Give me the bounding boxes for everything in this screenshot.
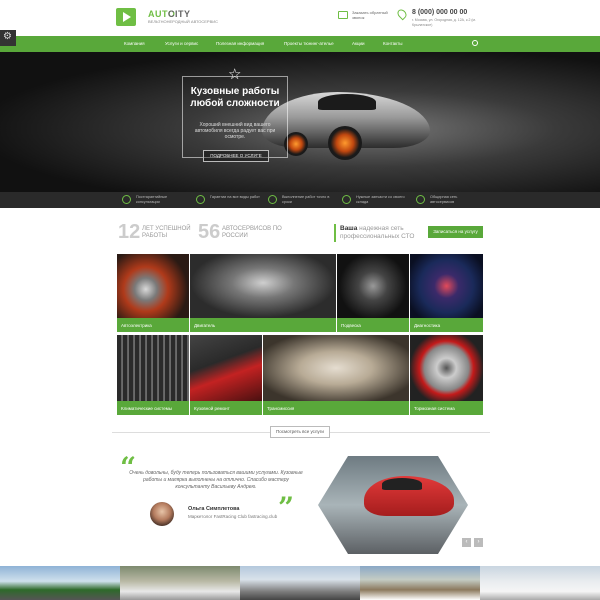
feature-item: Гарантии на все виды работ [210,195,260,199]
gallery-image[interactable] [0,566,120,600]
feature-item: Постгарантийные консультации [136,195,168,204]
service-image [190,254,336,318]
service-image [263,335,409,401]
service-label: Климатические системы [117,401,189,415]
network-text: Ваша надежная сеть профессиональных СТО [340,225,424,241]
gallery-image-fill [120,566,240,600]
stat-years-number: 12 [118,221,141,243]
gallery-image-fill [360,566,480,600]
service-tile-brakes[interactable]: Тормозная система [410,335,483,415]
search-icon[interactable] [472,40,478,46]
gallery-image[interactable] [240,566,360,600]
testimonial-author: Ольга Симплетова [188,506,240,512]
gallery-image[interactable] [120,566,240,600]
testimonial-car-image [318,456,468,554]
main-nav: Компания Услуги и сервис Полезная информ… [0,36,600,52]
stat-services-label: АВТОСЕРВИСОВ ПО РОССИИ [222,226,282,239]
site-header: AUTO CITY ВЕЛЬТНОНЕРОДНЫЙ АВТОСЕРВИС Зак… [0,0,600,36]
callback-link[interactable]: Заказать обратный звонок [352,10,392,20]
gallery-image-fill [0,566,120,600]
hero-description: Хороший внешний вид вашего автомобиля вс… [194,122,276,140]
location-pin-icon [395,7,409,21]
red-car-window [382,478,422,490]
feature-item: Выполнение работ точно в сроки [282,195,330,204]
service-label: Диагностика [410,318,483,332]
avatar [150,502,174,526]
nav-item-promotions[interactable]: Акции [352,41,365,46]
service-tile-climate[interactable]: Климатические системы [117,335,189,415]
stat-years-label: ЛЕТ УСПЕШНОЙ РАБОТЫ [142,226,191,239]
hero-more-button[interactable]: ПОДРОБНЕЕ О УСЛУГЕ [203,150,269,162]
nav-item-contacts[interactable]: Контакты [383,41,402,46]
hero-banner: ☆ Кузовные работы любой сложности Хороши… [0,52,600,192]
service-label: Кузовной ремонт [190,401,262,415]
network-icon [416,195,425,204]
service-image [337,254,409,318]
service-label: Тормозная система [410,401,483,415]
view-all-services-button[interactable]: Посмотреть все услуги [270,426,330,438]
gear-icon [342,195,351,204]
book-service-button[interactable]: Записаться на услугу [428,226,483,238]
network-accent-bar [334,224,336,242]
service-tile-diagnostics[interactable]: Диагностика [410,254,483,332]
service-label: Трансмиссия [263,401,409,415]
phone-number[interactable]: 8 (000) 000 00 00 [412,9,467,16]
star-icon: ☆ [228,66,242,83]
clock-icon [268,195,277,204]
service-image [190,335,262,401]
prev-arrow-button[interactable]: ‹ [462,538,471,547]
star-icon [196,195,205,204]
testimonial-author-position: Маркетолог FastRacing Club fastracing.cl… [188,514,278,519]
hero-title: Кузовные работы любой сложности [190,86,280,109]
nav-item-company[interactable]: Компания [124,41,145,46]
service-label: Двигатель [190,318,336,332]
address-text: г. Москва, ул. Огородная, д. 12А, к.2 (м… [412,18,476,27]
nav-item-tuning[interactable]: Проекты тюнинг-ателье [284,41,334,46]
nav-item-services[interactable]: Услуги и сервис [165,41,198,46]
gallery-image-fill [240,566,360,600]
logo-text-city[interactable]: CITY [168,9,191,19]
service-tile-suspension[interactable]: Подвеска [337,254,409,332]
next-arrow-button[interactable]: › [474,538,483,547]
stat-services-number: 56 [198,221,221,243]
service-label: Автоэлектрика [117,318,189,332]
settings-gear-icon[interactable] [0,30,16,46]
gallery-image-fill [480,566,600,600]
gallery-image[interactable] [480,566,600,600]
testimonial-text: Очень довольны, буду теперь пользоваться… [129,470,303,490]
callback-icon[interactable] [338,11,348,19]
nav-item-info[interactable]: Полезная информация [216,41,264,46]
service-label: Подвеска [337,318,409,332]
logo-icon[interactable] [116,8,136,26]
headset-icon [122,195,131,204]
service-tile-bodywork[interactable]: Кузовной ремонт [190,335,262,415]
hero-car-window [318,94,376,110]
service-tile-electrics[interactable]: Автоэлектрика [117,254,189,332]
service-image [117,335,189,401]
service-image [410,335,483,401]
feature-item: Общирная сеть автосервисов [430,195,458,204]
hero-car-wheel [328,126,362,160]
network-text-bold: Ваша [340,225,358,232]
feature-item: Нужные запчасти со своего склада [356,195,405,204]
service-image [410,254,483,318]
logo-tagline: ВЕЛЬТНОНЕРОДНЫЙ АВТОСЕРВИС [148,19,219,24]
features-bar: Постгарантийные консультации Гарантии на… [0,192,600,208]
service-tile-engine[interactable]: Двигатель [190,254,336,332]
service-tile-transmission[interactable]: Трансмиссия [263,335,409,415]
service-image [117,254,189,318]
gallery-image[interactable] [360,566,480,600]
